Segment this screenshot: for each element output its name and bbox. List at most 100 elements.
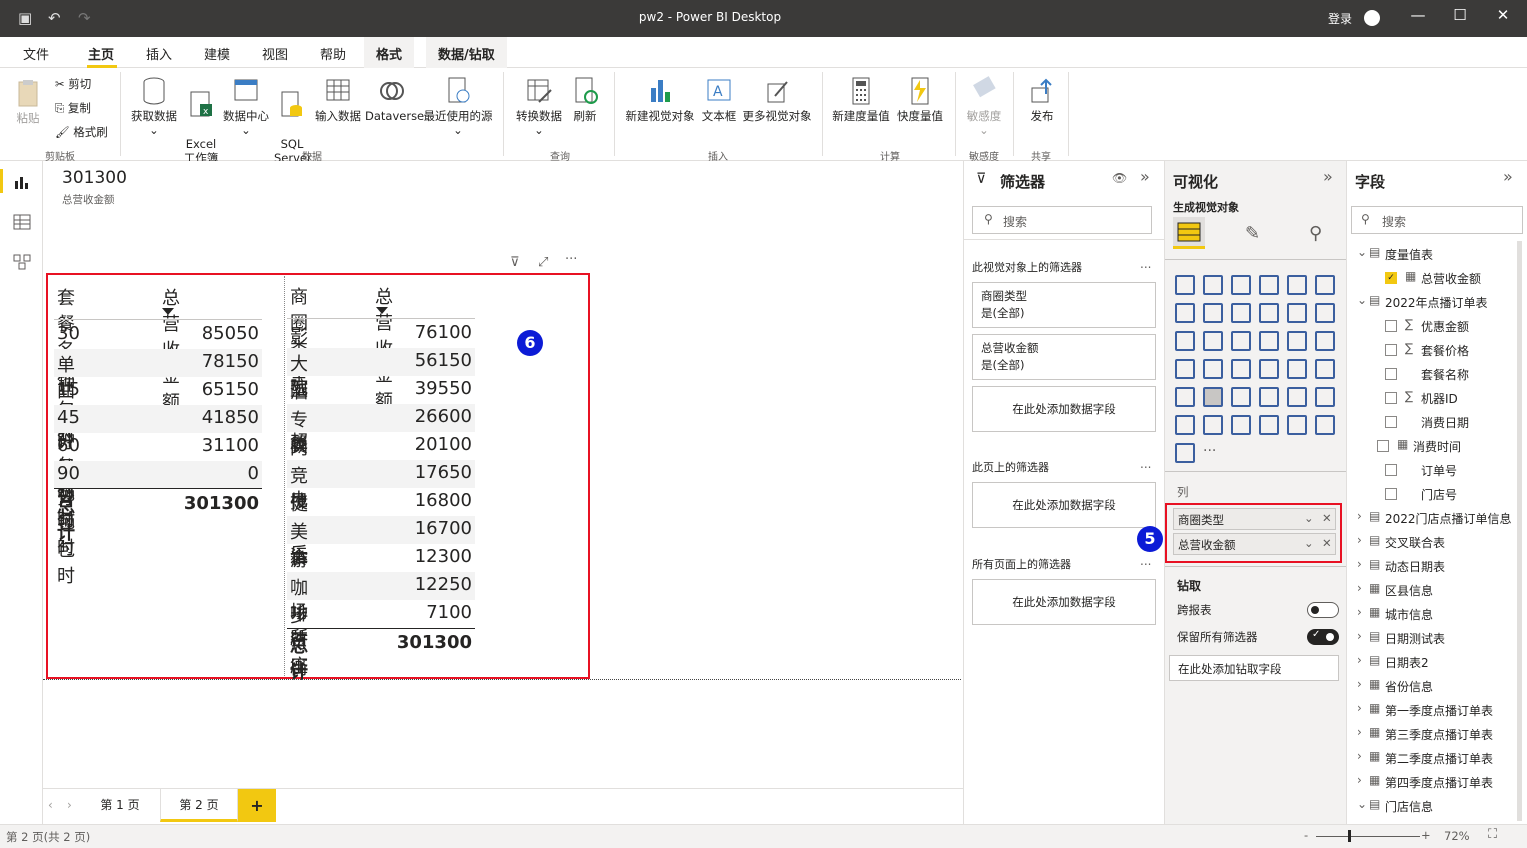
- viz-100-column-icon[interactable]: [1315, 275, 1335, 295]
- more-visuals-button[interactable]: 更多视觉对象: [740, 76, 814, 123]
- viz-pie-icon[interactable]: [1259, 331, 1279, 351]
- chevron-down-icon[interactable]: ⌄: [1304, 511, 1314, 525]
- add-page-button[interactable]: +: [238, 789, 276, 822]
- chevron-down-icon[interactable]: ⌄: [1357, 245, 1367, 259]
- viz-ribbon-icon[interactable]: [1315, 303, 1335, 323]
- analytics-icon[interactable]: ⚲: [1309, 223, 1322, 244]
- cut-button[interactable]: ✂ 剪切: [55, 76, 91, 92]
- viz-stacked-column-icon[interactable]: [1203, 275, 1223, 295]
- field-list-item[interactable]: ✓ ▦ 总营收金额: [1347, 269, 1515, 289]
- new-visual-button[interactable]: 新建视觉对象: [622, 76, 698, 123]
- report-view-icon[interactable]: [12, 173, 32, 191]
- more-options-icon[interactable]: ...: [1140, 457, 1151, 471]
- tab-home[interactable]: 主页: [88, 44, 114, 63]
- more-options-icon[interactable]: ···: [565, 252, 577, 267]
- filters-search-input[interactable]: 搜索: [972, 206, 1152, 234]
- chevron-right-icon[interactable]: ›: [1357, 557, 1362, 571]
- tab-format[interactable]: 格式: [364, 37, 415, 68]
- field-list-item[interactable]: ⌄ ▤ 度量值表: [1347, 245, 1515, 265]
- zoom-out-icon[interactable]: -: [1304, 828, 1308, 842]
- viz-smart-narrative-icon[interactable]: [1231, 415, 1251, 435]
- viz-power-automate-icon[interactable]: [1315, 415, 1335, 435]
- fields-scrollbar[interactable]: [1517, 241, 1522, 821]
- viz-card-icon[interactable]: [1259, 359, 1279, 379]
- text-box-button[interactable]: A 文本框: [699, 76, 739, 123]
- field-list-item[interactable]: 门店号: [1347, 485, 1515, 505]
- viz-area-icon[interactable]: [1203, 303, 1223, 323]
- field-list-item[interactable]: › ▤ 2022门店点播订单信息: [1347, 509, 1515, 529]
- chevron-right-icon[interactable]: ›: [1357, 581, 1362, 595]
- add-all-pages-filter-dropzone[interactable]: 在此处添加数据字段: [972, 579, 1156, 625]
- viz-clustered-bar-icon[interactable]: [1231, 275, 1251, 295]
- build-visual-tab[interactable]: [1173, 217, 1205, 249]
- collapse-pane-icon[interactable]: »: [1140, 167, 1150, 186]
- field-list-item[interactable]: › ▦ 省份信息: [1347, 677, 1515, 697]
- viz-scatter-icon[interactable]: [1231, 331, 1251, 351]
- viz-slicer-icon[interactable]: [1175, 387, 1195, 407]
- refresh-button[interactable]: 刷新: [568, 76, 602, 123]
- chevron-right-icon[interactable]: ›: [1357, 725, 1362, 739]
- viz-kpi-icon[interactable]: [1315, 359, 1335, 379]
- field-list-item[interactable]: › ▤ 交叉联合表: [1347, 533, 1515, 553]
- data-view-icon[interactable]: [12, 213, 32, 231]
- chevron-right-icon[interactable]: ›: [1357, 773, 1362, 787]
- copy-button[interactable]: ⎘ 复制: [55, 100, 91, 116]
- viz-paginated-icon[interactable]: [1259, 415, 1279, 435]
- prev-page-icon[interactable]: ‹: [48, 798, 53, 812]
- add-visual-filter-dropzone[interactable]: 在此处添加数据字段: [972, 386, 1156, 432]
- field-list-item[interactable]: › ▤ 日期表2: [1347, 653, 1515, 673]
- more-options-icon[interactable]: ...: [1140, 554, 1151, 568]
- viz-donut-icon[interactable]: [1287, 331, 1307, 351]
- collapse-pane-icon[interactable]: »: [1503, 167, 1513, 186]
- viz-clustered-column-icon[interactable]: [1259, 275, 1279, 295]
- dataverse-button[interactable]: Dataverse: [365, 76, 424, 123]
- chevron-right-icon[interactable]: ›: [1357, 653, 1362, 667]
- keep-filters-toggle[interactable]: ✓: [1307, 629, 1339, 645]
- publish-button[interactable]: 发布: [1022, 76, 1062, 123]
- minimize-icon[interactable]: —: [1403, 6, 1433, 24]
- more-visuals-icon[interactable]: ···: [1203, 443, 1216, 459]
- chevron-right-icon[interactable]: ›: [1357, 629, 1362, 643]
- chevron-right-icon[interactable]: ›: [1357, 509, 1362, 523]
- format-visual-icon[interactable]: ✎: [1245, 223, 1260, 244]
- viz-line-clustered-icon[interactable]: [1287, 303, 1307, 323]
- data-center-button[interactable]: 数据中心 ⌄: [221, 76, 271, 137]
- field-checkbox[interactable]: [1385, 464, 1397, 476]
- field-list-item[interactable]: › ▦ 城市信息: [1347, 605, 1515, 625]
- field-checkbox[interactable]: [1385, 392, 1397, 404]
- field-list-item[interactable]: › ▦ 第三季度点播订单表: [1347, 725, 1515, 745]
- focus-mode-icon[interactable]: ⤢: [538, 255, 548, 270]
- field-checkbox[interactable]: [1377, 440, 1389, 452]
- tab-modeling[interactable]: 建模: [204, 44, 230, 63]
- chevron-down-icon[interactable]: ⌄: [1357, 797, 1367, 811]
- field-checkbox[interactable]: ✓: [1385, 272, 1397, 284]
- viz-chevron-icon[interactable]: [1175, 443, 1195, 463]
- tab-help[interactable]: 帮助: [320, 44, 346, 63]
- viz-gauge-icon[interactable]: [1231, 359, 1251, 379]
- field-checkbox[interactable]: [1385, 320, 1397, 332]
- page-tab-2[interactable]: 第 2 页: [160, 789, 238, 822]
- remove-field-icon[interactable]: ✕: [1322, 536, 1332, 550]
- paste-button[interactable]: 粘贴: [10, 78, 46, 125]
- viz-table-icon[interactable]: [1203, 387, 1223, 407]
- viz-funnel-icon[interactable]: [1203, 331, 1223, 351]
- avatar[interactable]: [1364, 10, 1380, 26]
- viz-line-icon[interactable]: [1175, 303, 1195, 323]
- chevron-down-icon[interactable]: ⌄: [1357, 293, 1367, 307]
- zoom-slider-thumb[interactable]: [1348, 830, 1351, 842]
- close-icon[interactable]: ✕: [1488, 6, 1518, 24]
- field-list-item[interactable]: › ▤ 日期测试表: [1347, 629, 1515, 649]
- viz-r-script-icon[interactable]: [1259, 387, 1279, 407]
- fields-search-input[interactable]: 搜索: [1351, 206, 1523, 234]
- page-tab-1[interactable]: 第 1 页: [87, 789, 153, 822]
- eye-icon[interactable]: 👁: [1112, 171, 1127, 185]
- viz-decomposition-tree-icon[interactable]: [1175, 415, 1195, 435]
- chevron-right-icon[interactable]: ›: [1357, 533, 1362, 547]
- remove-field-icon[interactable]: ✕: [1322, 511, 1332, 525]
- tab-insert[interactable]: 插入: [146, 44, 172, 63]
- zoom-slider[interactable]: [1316, 836, 1420, 837]
- chevron-right-icon[interactable]: ›: [1357, 749, 1362, 763]
- viz-key-influencers-icon[interactable]: [1315, 387, 1335, 407]
- viz-map-icon[interactable]: [1175, 359, 1195, 379]
- viz-waterfall-icon[interactable]: [1175, 331, 1195, 351]
